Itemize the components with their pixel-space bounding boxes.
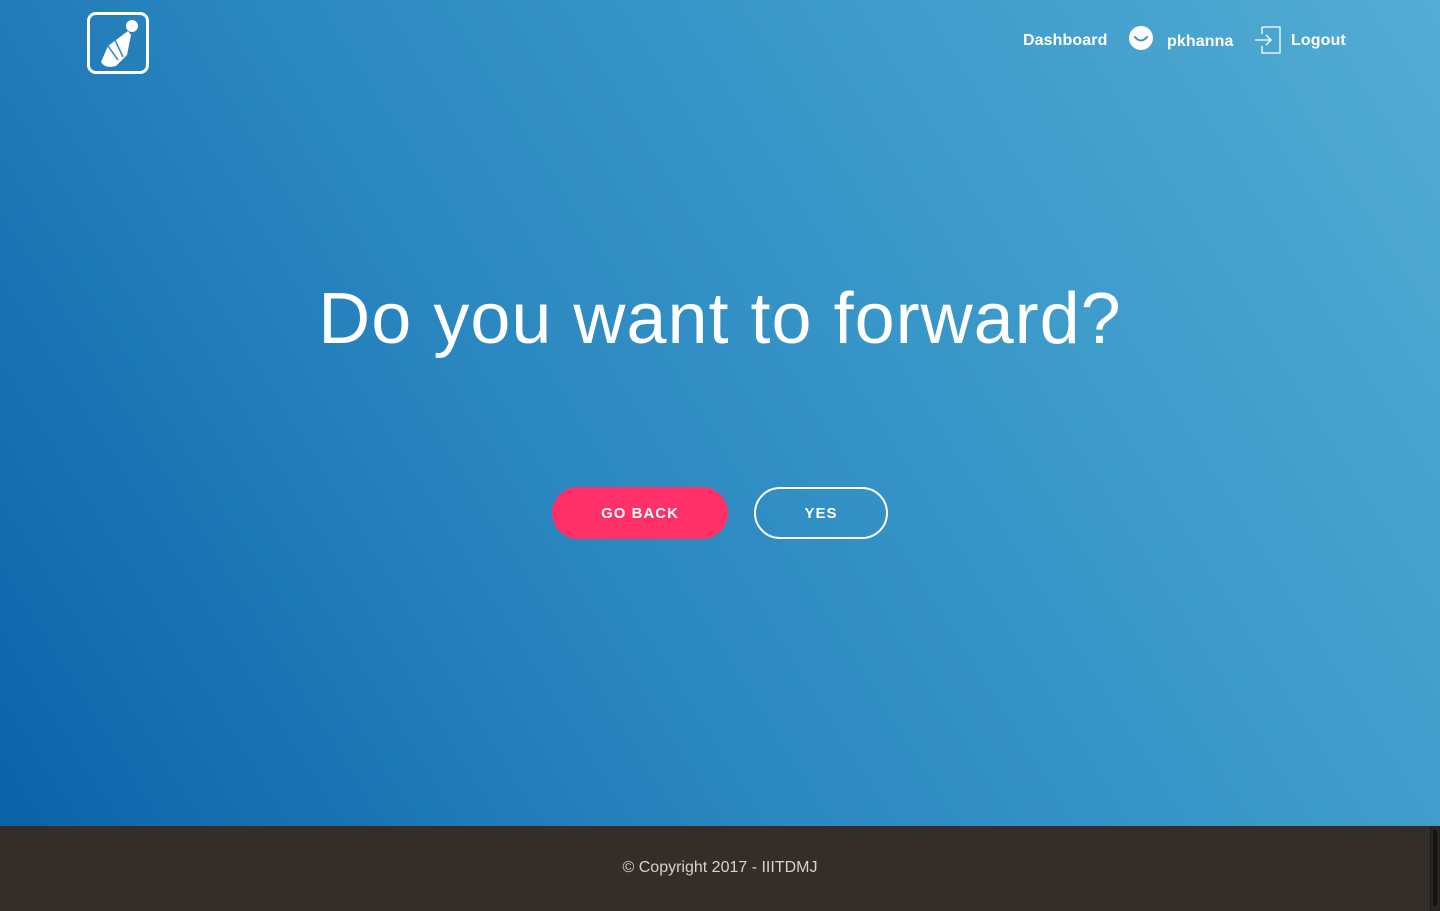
yes-button[interactable]: YES	[754, 487, 888, 539]
nav-logout-link[interactable]: Logout	[1291, 32, 1346, 50]
smiley-user-icon[interactable]	[1127, 24, 1155, 52]
forward-question-heading: Do you want to forward?	[318, 279, 1122, 359]
scrollbar-thumb[interactable]	[1433, 830, 1437, 906]
copyright-text: © Copyright 2017 - IIITDMJ	[622, 859, 818, 876]
logout-door-icon[interactable]	[1254, 25, 1282, 55]
footer: © Copyright 2017 - IIITDMJ	[0, 826, 1440, 911]
hero-section: Dashboard pkhanna Logout Do you want to …	[0, 0, 1440, 826]
nav-username-link[interactable]: pkhanna	[1167, 33, 1234, 51]
nav-dashboard-link[interactable]: Dashboard	[1023, 32, 1107, 50]
top-navigation: Dashboard pkhanna Logout	[0, 22, 1440, 62]
go-back-button[interactable]: GO BACK	[552, 487, 728, 539]
